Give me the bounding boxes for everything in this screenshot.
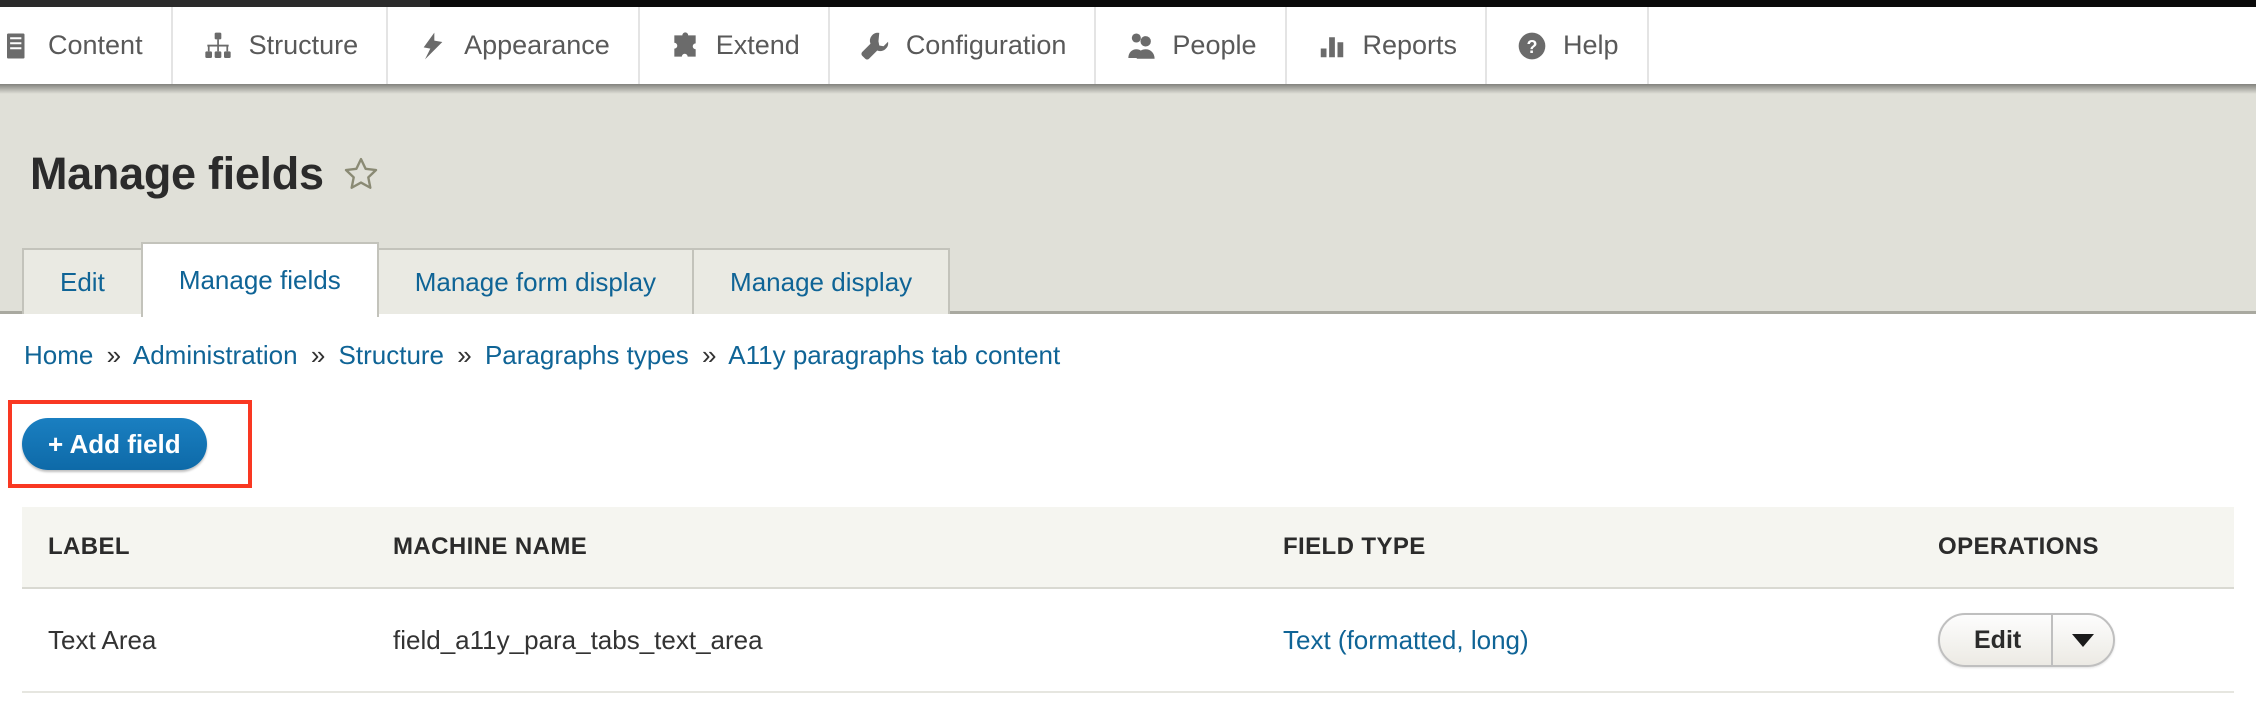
toolbar-item-label: Reports xyxy=(1362,30,1458,60)
breadcrumb: Home » Administration » Structure » Para… xyxy=(24,340,1060,371)
add-field-button[interactable]: + Add field xyxy=(22,418,207,470)
page-title-text: Manage fields xyxy=(30,148,324,199)
cell-label: Text Area xyxy=(22,588,367,693)
tab-manage-display[interactable]: Manage display xyxy=(692,248,951,314)
toolbar-empty-space xyxy=(1649,7,2256,84)
table-header-row: LABEL MACHINE NAME FIELD TYPE OPERATIONS xyxy=(22,507,2234,589)
help-icon: ? xyxy=(1515,29,1549,63)
toolbar-item-label: Extend xyxy=(715,30,800,60)
extend-icon xyxy=(668,29,702,63)
toolbar-item-extend[interactable]: Extend xyxy=(640,7,830,84)
page-content: Home » Administration » Structure » Para… xyxy=(0,317,2256,720)
breadcrumb-item-a11y-paragraphs-tab-content[interactable]: A11y paragraphs tab content xyxy=(728,340,1060,370)
cell-machine-name: field_a11y_para_tabs_text_area xyxy=(367,588,1257,693)
cell-operations: Edit xyxy=(1912,588,2234,693)
configuration-icon xyxy=(858,29,892,63)
toolbar-item-label: Help xyxy=(1563,30,1619,60)
breadcrumb-item-structure[interactable]: Structure xyxy=(339,340,445,370)
breadcrumb-separator: » xyxy=(106,340,122,370)
tab-manage-form-display[interactable]: Manage form display xyxy=(378,248,693,314)
star-outline-icon[interactable] xyxy=(342,155,380,193)
table-row: Text Area field_a11y_para_tabs_text_area… xyxy=(22,588,2234,693)
breadcrumb-item-paragraphs-types[interactable]: Paragraphs types xyxy=(485,340,689,370)
primary-tabs: Edit Manage fields Manage form display M… xyxy=(22,239,951,317)
breadcrumb-separator: » xyxy=(702,340,717,370)
toolbar-item-content[interactable]: Content xyxy=(0,7,173,84)
page-title: Manage fields xyxy=(30,148,380,200)
operations-toggle-button[interactable] xyxy=(2051,615,2113,665)
tab-label: Edit xyxy=(60,266,105,297)
toolbar-top-bar xyxy=(0,0,2256,7)
toolbar-top-bar-active-segment xyxy=(0,0,430,7)
column-header-label: LABEL xyxy=(22,507,367,589)
toolbar-item-appearance[interactable]: Appearance xyxy=(388,7,640,84)
breadcrumb-item-home[interactable]: Home xyxy=(24,340,93,370)
svg-text:?: ? xyxy=(1527,37,1538,57)
toolbar-item-label: Configuration xyxy=(905,30,1067,60)
page-header-band: Manage fields Edit Manage fields Manage … xyxy=(0,84,2256,317)
column-header-machine-name: MACHINE NAME xyxy=(367,507,1257,589)
toolbar-item-label: Content xyxy=(48,30,143,60)
column-header-operations: OPERATIONS xyxy=(1912,507,2234,589)
content-icon xyxy=(0,29,34,63)
tab-label: Manage form display xyxy=(414,266,657,297)
people-icon xyxy=(1124,29,1158,63)
toolbar-item-label: People xyxy=(1172,30,1257,60)
toolbar-item-label: Appearance xyxy=(464,30,610,60)
appearance-icon xyxy=(416,29,450,63)
toolbar-item-configuration[interactable]: Configuration xyxy=(830,7,1097,84)
toolbar-item-label: Structure xyxy=(248,30,359,60)
tab-edit[interactable]: Edit xyxy=(22,248,141,314)
chevron-down-icon xyxy=(2072,633,2095,647)
cell-field-type: Text (formatted, long) xyxy=(1257,588,1912,693)
edit-button[interactable]: Edit xyxy=(1940,615,2051,665)
column-header-field-type: FIELD TYPE xyxy=(1257,507,1912,589)
toolbar-item-reports[interactable]: Reports xyxy=(1287,7,1488,84)
breadcrumb-separator: » xyxy=(457,340,472,370)
breadcrumb-item-administration[interactable]: Administration xyxy=(133,340,298,370)
breadcrumb-separator: » xyxy=(310,340,326,370)
fields-table: LABEL MACHINE NAME FIELD TYPE OPERATIONS… xyxy=(22,507,2234,693)
toolbar-item-help[interactable]: ? Help xyxy=(1487,7,1649,84)
reports-icon xyxy=(1315,29,1349,63)
admin-toolbar: Content Structure Appearance Extend Conf… xyxy=(0,7,2256,84)
operations-dropbutton: Edit xyxy=(1938,613,2116,667)
toolbar-item-people[interactable]: People xyxy=(1096,7,1287,84)
tab-label: Manage fields xyxy=(178,265,341,295)
header-drop-shadow xyxy=(0,84,2256,94)
toolbar-item-structure[interactable]: Structure xyxy=(173,7,389,84)
tab-label: Manage display xyxy=(730,266,913,297)
structure-icon xyxy=(201,29,235,63)
field-type-link[interactable]: Text (formatted, long) xyxy=(1283,625,1529,655)
tab-manage-fields[interactable]: Manage fields xyxy=(140,242,379,317)
